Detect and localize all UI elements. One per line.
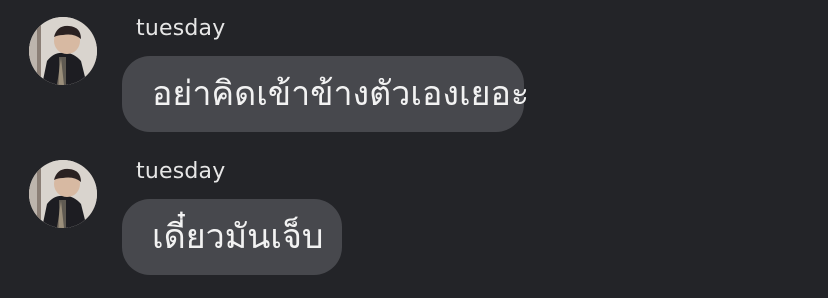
chat-thread: tuesday อย่าคิดเข้าข้างตัวเองเยอะ tuesda…	[0, 0, 828, 298]
avatar-portrait-icon	[29, 160, 97, 228]
user-avatar[interactable]	[29, 17, 97, 85]
message-row: tuesday อย่าคิดเข้าข้างตัวเองเยอะ	[0, 12, 828, 142]
username: tuesday	[136, 16, 226, 41]
message-bubble[interactable]: เดี๋ยวมันเจ็บ	[122, 199, 342, 275]
message-bubble[interactable]: อย่าคิดเข้าข้างตัวเองเยอะ	[122, 56, 529, 132]
message-row: tuesday เดี๋ยวมันเจ็บ	[0, 155, 828, 285]
avatar-portrait-icon	[29, 17, 97, 85]
user-avatar[interactable]	[29, 160, 97, 228]
username: tuesday	[136, 159, 226, 184]
